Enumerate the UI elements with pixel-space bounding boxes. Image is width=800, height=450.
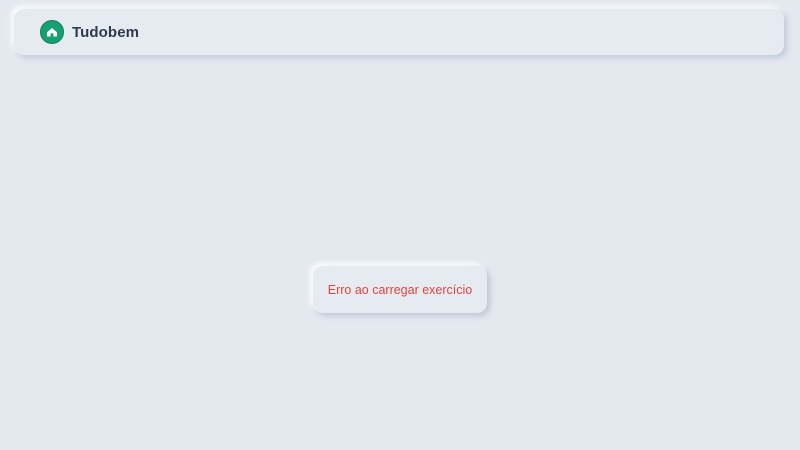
error-message: Erro ao carregar exercício (327, 282, 473, 297)
error-message-card: Erro ao carregar exercício (313, 266, 487, 313)
top-navbar: Tudobem (14, 9, 784, 55)
brand-name[interactable]: Tudobem (72, 24, 139, 41)
app-page: Tudobem Erro ao carregar exercício (0, 0, 800, 450)
home-icon[interactable] (40, 20, 64, 44)
home-glyph (47, 28, 57, 37)
